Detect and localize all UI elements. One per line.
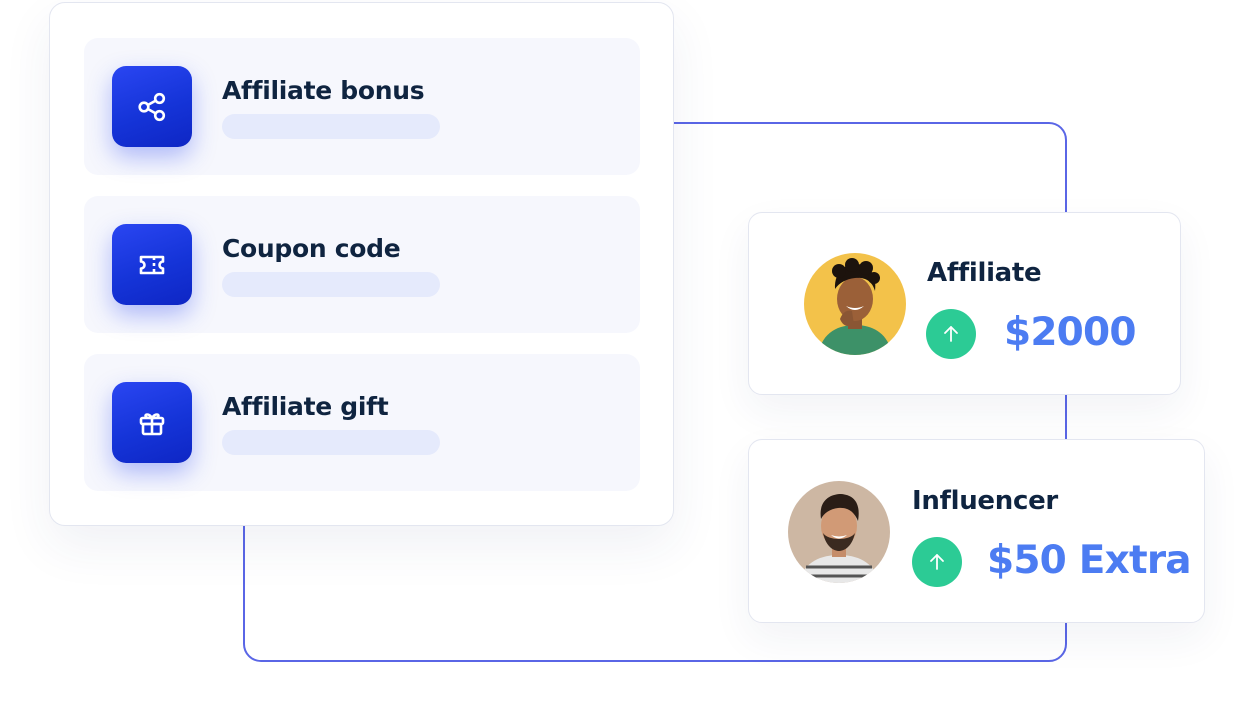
affiliate-card[interactable]: Affiliate $2000 (748, 212, 1181, 395)
influencer-card[interactable]: Influencer $50 Extra (748, 439, 1205, 623)
reward-options-card: Affiliate bonus Coupon code Affiliate gi… (49, 2, 674, 526)
arrow-up-icon (926, 309, 976, 359)
placeholder-bar (222, 272, 440, 297)
arrow-up-icon (912, 537, 962, 587)
feature-title: Coupon code (222, 234, 401, 263)
feature-title: Affiliate bonus (222, 76, 425, 105)
avatar (788, 481, 890, 583)
feature-row-affiliate-gift[interactable]: Affiliate gift (84, 354, 640, 491)
feature-title: Affiliate gift (222, 392, 389, 421)
avatar (804, 253, 906, 355)
amount: $2000 (1004, 310, 1136, 355)
person-name: Affiliate (927, 258, 1042, 288)
placeholder-bar (222, 114, 440, 139)
ticket-icon (112, 224, 192, 305)
person-name: Influencer (912, 486, 1058, 516)
feature-row-affiliate-bonus[interactable]: Affiliate bonus (84, 38, 640, 175)
share-icon (112, 66, 192, 147)
placeholder-bar (222, 430, 440, 455)
feature-row-coupon-code[interactable]: Coupon code (84, 196, 640, 333)
amount: $50 Extra (987, 538, 1192, 583)
gift-icon (112, 382, 192, 463)
